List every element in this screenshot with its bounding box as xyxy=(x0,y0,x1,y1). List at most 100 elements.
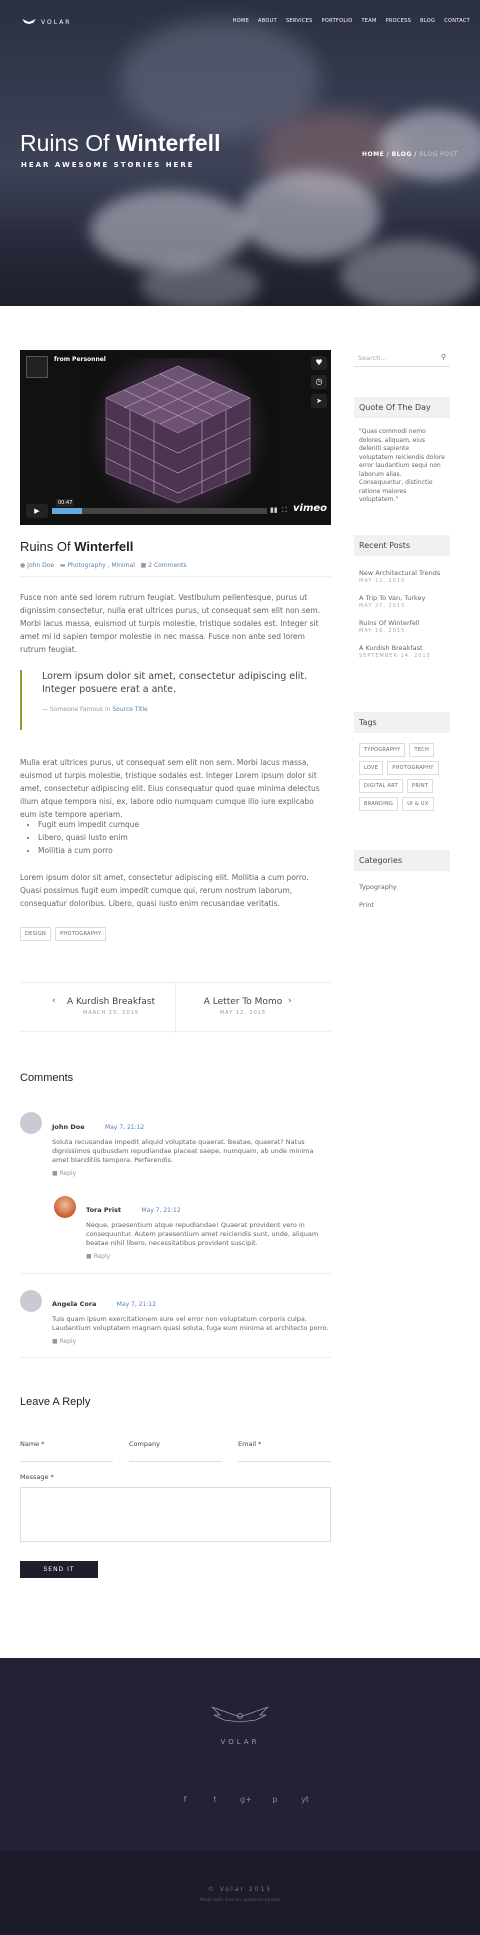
comment-date: May 7, 21:12 xyxy=(105,1124,145,1131)
breadcrumb: HOME / BLOG / BLOG POST xyxy=(362,151,458,158)
recent-posts-list: New Architectural Trends MAY 12, 2015 A … xyxy=(359,569,455,659)
comments-heading: Comments xyxy=(20,1072,74,1084)
logo-text: VOLAR xyxy=(41,18,72,26)
comment-author[interactable]: Tora Prist xyxy=(86,1206,121,1214)
quote-cite-name: Someone Famous in xyxy=(49,706,111,713)
chevron-left-icon[interactable]: ‹ xyxy=(52,996,56,1006)
nav-blog[interactable]: BLOG xyxy=(420,18,435,24)
comment-author[interactable]: Angela Cora xyxy=(52,1300,96,1308)
comment-text: Tuis quam ipsum exercitationem sure vel … xyxy=(52,1315,329,1332)
prev-post-date: MARCH 23, 2015 xyxy=(82,1010,140,1016)
email-field[interactable]: Email * xyxy=(238,1440,331,1462)
recent-post-link[interactable]: A Kurdish Breakfast xyxy=(359,644,455,653)
post-title-light: Ruins Of xyxy=(20,539,71,554)
tag-love[interactable]: LOVE xyxy=(359,761,384,775)
nav-services[interactable]: SERVICES xyxy=(286,18,313,24)
email-input[interactable] xyxy=(238,1448,331,1462)
tag-design[interactable]: DESIGN xyxy=(20,927,52,941)
prev-post-link[interactable]: A Kurdish Breakfast MARCH 23, 2015 xyxy=(66,997,156,1016)
name-field[interactable]: Name * xyxy=(20,1440,113,1462)
recent-post-link[interactable]: A Trip To Van, Turkey xyxy=(359,594,455,603)
post-paragraph-2: Mulla erat ultrices purus, ut consequat … xyxy=(20,758,320,819)
tag-digital-art[interactable]: DIGITAL ART xyxy=(359,779,404,793)
post-comments-link[interactable]: 2 Comments xyxy=(148,562,186,569)
divider xyxy=(175,983,176,1033)
recent-post-link[interactable]: Ruins Of Winterfell xyxy=(359,619,455,628)
folder-icon: ▬ xyxy=(59,562,66,569)
clock-icon[interactable]: ◷ xyxy=(311,375,327,389)
nav-about[interactable]: ABOUT xyxy=(258,18,277,24)
category-link[interactable]: Typography xyxy=(359,883,397,892)
tag-photography[interactable]: PHOTOGRAPHY xyxy=(387,761,439,775)
share-icon[interactable]: ➤ xyxy=(311,394,327,408)
youtube-icon[interactable]: yt xyxy=(300,1795,310,1804)
tag-typography[interactable]: TYPOGRAPHY xyxy=(359,743,406,757)
list-item: Mollitia a cum porro xyxy=(38,844,318,857)
nav-home[interactable]: HOME xyxy=(233,18,249,24)
send-button[interactable]: SEND IT xyxy=(20,1561,98,1578)
logo[interactable]: VOLAR xyxy=(22,18,71,26)
company-input[interactable] xyxy=(129,1448,222,1462)
pinterest-icon[interactable]: p xyxy=(270,1795,280,1804)
play-icon[interactable]: ▶ xyxy=(26,504,48,518)
video-player[interactable]: from Personnel ♥ ◷ ➤ ▶ 00:47 ▮▮ ⛶ vimeo xyxy=(20,350,331,525)
tag-ui-ux[interactable]: UI & UX xyxy=(402,797,434,811)
reply-link[interactable]: ■ Reply xyxy=(52,1170,332,1177)
company-field[interactable]: Company xyxy=(129,1440,222,1462)
post-title: Ruins Of Winterfell xyxy=(20,539,133,554)
facebook-icon[interactable]: f xyxy=(180,1795,190,1804)
recent-post-link[interactable]: New Architectural Trends xyxy=(359,569,455,578)
message-textarea[interactable] xyxy=(20,1487,331,1542)
tag-photography[interactable]: PHOTOGRAPHY xyxy=(55,927,107,941)
nav-contact[interactable]: CONTACT xyxy=(444,18,470,24)
chevron-right-icon[interactable]: › xyxy=(288,996,292,1006)
avatar xyxy=(54,1196,76,1218)
video-channel[interactable]: Personnel xyxy=(72,356,106,363)
tag-branding[interactable]: BRANDING xyxy=(359,797,399,811)
comment-date: May 7, 21:12 xyxy=(116,1301,157,1308)
next-post-link[interactable]: A Letter To Momo MAY 12, 2015 xyxy=(198,997,288,1016)
hero-subtitle: HEAR AWESOME STORIES HERE xyxy=(21,161,195,169)
comment-date: May 7, 21:12 xyxy=(141,1207,181,1214)
fullscreen-icon[interactable]: ⛶ xyxy=(282,506,287,515)
twitter-icon[interactable]: t xyxy=(210,1795,220,1804)
quote-text: Lorem ipsum dolor sit amet, consectetur … xyxy=(42,671,308,695)
channel-avatar[interactable] xyxy=(26,356,48,378)
tag-tech[interactable]: TECH xyxy=(409,743,435,757)
tag-print[interactable]: PRINT xyxy=(407,779,434,793)
search-box[interactable]: Search... ⚲ xyxy=(354,351,450,367)
nav-process[interactable]: PROCESS xyxy=(386,18,412,24)
category-link[interactable]: Print xyxy=(359,901,374,910)
message-label: Message * xyxy=(20,1473,54,1481)
search-icon[interactable]: ⚲ xyxy=(441,353,446,361)
divider xyxy=(20,576,331,577)
hero-title-bold: Winterfell xyxy=(115,130,221,156)
recent-post-date: MAY 16, 2015 xyxy=(359,628,406,634)
post-list: Fugit eum impedit cumque Libero, quasi i… xyxy=(38,818,318,857)
quote-cite: — Someone Famous in Source Title xyxy=(42,706,148,713)
reply-link[interactable]: ■ Reply xyxy=(86,1253,326,1260)
post-categories[interactable]: Photography , Minimal xyxy=(67,562,134,569)
breadcrumb-home[interactable]: HOME xyxy=(362,151,384,158)
name-input[interactable] xyxy=(20,1448,113,1462)
nav-portfolio[interactable]: PORTFOLIO xyxy=(322,18,353,24)
divider xyxy=(20,1357,331,1358)
volume-icon[interactable]: ▮▮ xyxy=(270,506,278,514)
search-input[interactable]: Search... xyxy=(358,354,387,362)
breadcrumb-blog[interactable]: BLOG xyxy=(392,151,412,158)
name-label: Name * xyxy=(20,1440,45,1448)
reply-link[interactable]: ■ Reply xyxy=(52,1338,332,1345)
list-item: Fugit eum impedit cumque xyxy=(38,818,318,831)
like-icon[interactable]: ♥ xyxy=(311,356,327,370)
nav-team[interactable]: TEAM xyxy=(361,18,376,24)
google-plus-icon[interactable]: g+ xyxy=(240,1795,252,1804)
recent-posts-title: Recent Posts xyxy=(354,535,450,556)
video-time: 00:47 xyxy=(56,499,75,507)
progress-bar[interactable] xyxy=(52,508,267,514)
vimeo-logo[interactable]: vimeo xyxy=(293,503,327,514)
wings-icon xyxy=(22,19,36,24)
post-tags: DESIGN PHOTOGRAPHY xyxy=(20,927,107,941)
post-author[interactable]: John Doe xyxy=(27,562,54,569)
footer xyxy=(0,1658,480,1851)
comment-author[interactable]: John Doe xyxy=(52,1123,85,1131)
